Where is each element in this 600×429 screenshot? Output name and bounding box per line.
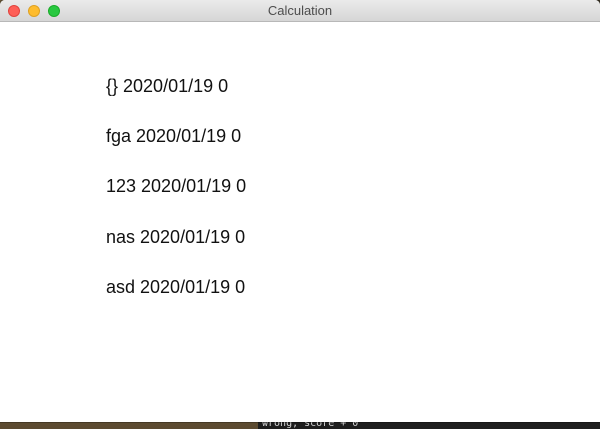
title-bar[interactable]: Calculation: [0, 0, 600, 22]
calculation-window: Calculation {} 2020/01/19 0 fga 2020/01/…: [0, 0, 600, 422]
list-item: asd 2020/01/19 0: [106, 277, 246, 297]
list-item: {} 2020/01/19 0: [106, 76, 229, 96]
list-item: fga 2020/01/19 0: [106, 126, 242, 146]
window-content: {} 2020/01/19 0 fga 2020/01/19 0 123 202…: [0, 23, 600, 422]
window-title: Calculation: [267, 3, 333, 18]
list-item: 123 2020/01/19 0: [106, 176, 247, 196]
list-item: nas 2020/01/19 0: [106, 227, 246, 247]
